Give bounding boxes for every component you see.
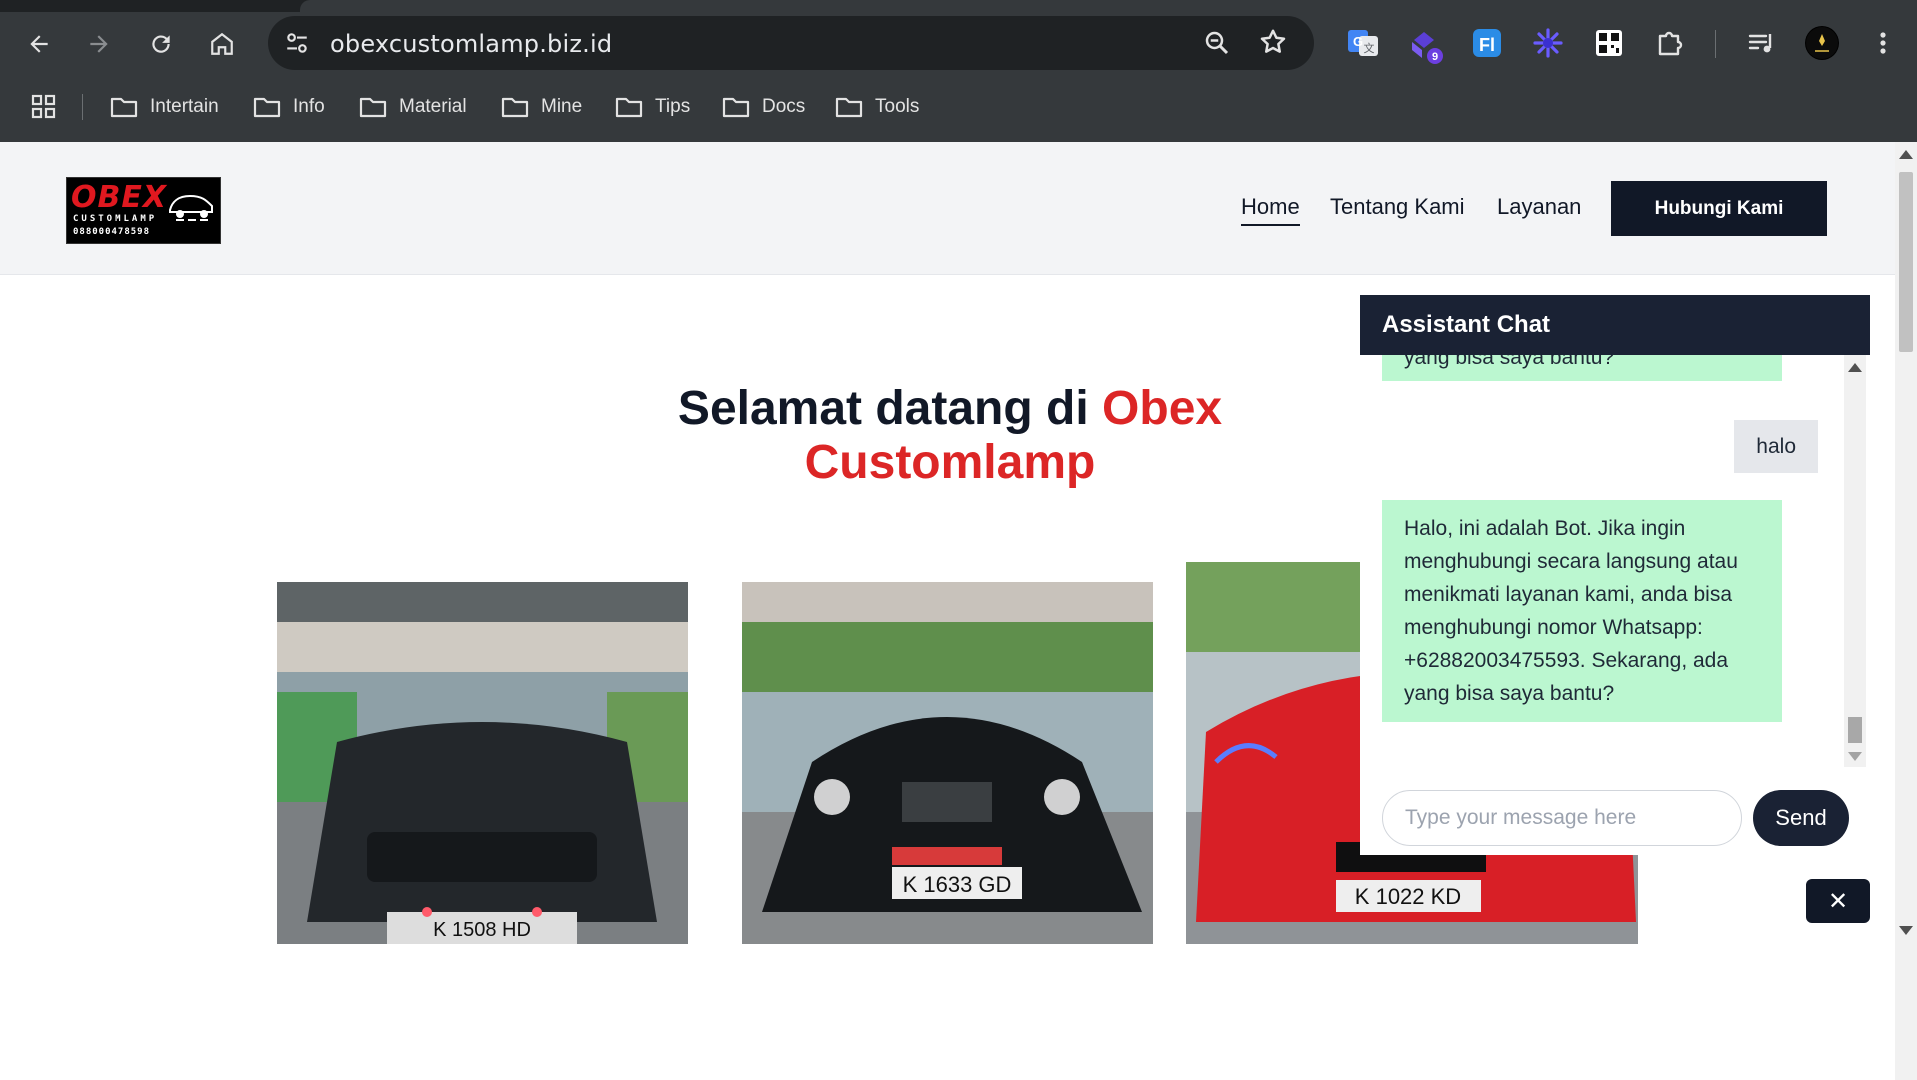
bot-message-line: menghubungi nomor Whatsapp: [1404,616,1703,639]
chat-scrollbar[interactable] [1844,355,1866,767]
site-settings-icon[interactable] [284,30,310,56]
bookmark-folder[interactable]: Material [359,88,467,126]
scroll-down-icon[interactable] [1899,926,1913,935]
bookmark-folder[interactable]: Intertain [110,88,219,126]
url-text[interactable]: obexcustomlamp.biz.id [330,30,612,58]
forward-icon[interactable] [79,24,119,64]
logo-subtitle: CUSTOMLAMP [73,214,158,224]
extension-badge: 9 [1432,51,1438,63]
plate-text: K 1633 GD [903,872,1012,897]
gallery-photo: K 1633 GD [742,582,1153,944]
chat-title: Assistant Chat [1360,295,1870,355]
logo-title: OBEX [71,180,167,215]
page-scrollbar[interactable] [1895,142,1917,1080]
reading-list-icon[interactable] [1744,26,1778,60]
puzzle-icon[interactable] [1653,26,1687,60]
sparkle-extension-icon[interactable] [1531,26,1565,60]
folder-icon [722,97,750,118]
scrollbar-thumb[interactable] [1848,717,1862,743]
nav-layanan[interactable]: Layanan [1497,194,1581,220]
svg-text:文: 文 [1364,41,1375,55]
scroll-up-icon[interactable] [1899,150,1913,159]
star-icon[interactable] [1258,27,1288,57]
browser-chrome: obexcustomlamp.biz.id G文 9 Fl Intertain … [0,0,1917,142]
gallery-photo: K 1508 HD [277,582,688,944]
bookmark-label: Material [399,96,467,117]
chat-messages[interactable]: yang bisa saya bantu? halo Halo, ini ada… [1360,355,1870,757]
folder-icon [253,97,281,118]
bookmark-folder[interactable]: Tools [835,88,919,126]
hero-prefix: Selamat datang di [677,382,1089,435]
bookmarks-divider [82,94,83,120]
folder-icon [501,97,529,118]
address-bar[interactable]: obexcustomlamp.biz.id [268,16,1314,70]
bot-message-line: Halo, ini adalah Bot. Jika ingin [1404,517,1686,540]
folder-icon [110,97,138,118]
scroll-up-icon[interactable] [1848,363,1862,372]
folder-icon [615,97,643,118]
nav-home[interactable]: Home [1241,194,1300,226]
bot-message: yang bisa saya bantu? [1382,355,1782,381]
site-logo[interactable]: OBEX CUSTOMLAMP 088000478598 [66,177,221,244]
send-button[interactable]: Send [1753,790,1849,846]
bookmark-folder[interactable]: Tips [615,88,690,126]
bookmark-label: Mine [541,96,583,117]
bookmarks-bar: Intertain Info Material Mine Tips Docs T… [0,88,1917,128]
toolbar-divider [1715,30,1716,58]
folder-icon [835,97,863,118]
zoom-icon[interactable] [1202,28,1232,58]
tab-strip [0,0,1917,12]
reload-icon[interactable] [141,24,181,64]
qr-icon[interactable] [1592,26,1626,60]
bookmark-folder[interactable]: Docs [722,88,805,126]
home-icon[interactable] [202,24,242,64]
hero-brand-line2: Customlamp [804,436,1096,489]
chat-message-input[interactable] [1382,790,1742,846]
fi-extension-icon[interactable]: Fl [1470,26,1504,60]
hero-title: Selamat datang di Obex Customlamp [600,382,1300,490]
bookmark-label: Info [293,96,325,117]
nav-tentang-kami[interactable]: Tentang Kami [1330,194,1465,220]
menu-icon[interactable] [1866,26,1900,60]
svg-text:G: G [1353,34,1363,49]
close-icon: ✕ [1827,887,1849,915]
hero-brand-line1: Obex [1102,382,1223,435]
profile-icon[interactable] [1805,26,1839,60]
bot-message-line: menghubungi secara langsung atau [1404,550,1738,573]
svg-text:Fl: Fl [1479,35,1495,55]
scroll-down-icon[interactable] [1848,752,1862,761]
bot-message: Halo, ini adalah Bot. Jika ingin menghub… [1382,500,1782,722]
bookmark-folder[interactable]: Info [253,88,325,126]
plate-text: K 1508 HD [433,919,531,941]
contact-button[interactable]: Hubungi Kami [1611,181,1827,236]
user-message: halo [1734,420,1818,473]
bot-message-line: +62882003475593. Sekarang, ada [1404,649,1729,672]
active-tab[interactable] [300,0,1917,12]
back-icon[interactable] [19,24,59,64]
site-header: OBEX CUSTOMLAMP 088000478598 Home Tentan… [0,142,1895,275]
google-translate-icon[interactable]: G文 [1346,26,1380,60]
bookmark-label: Tips [655,96,691,117]
bot-message-text: yang bisa saya bantu? [1404,355,1615,369]
page-viewport: OBEX CUSTOMLAMP 088000478598 Home Tentan… [0,142,1895,1080]
scrollbar-thumb[interactable] [1899,172,1913,352]
close-chat-button[interactable]: ✕ [1806,879,1870,923]
assistant-chat-widget: Assistant Chat yang bisa saya bantu? hal… [1360,295,1870,855]
bot-message-line: menikmati layanan kami, anda bisa [1404,583,1733,606]
plate-text: K 1022 KD [1355,884,1461,909]
bookmark-label: Tools [875,96,920,117]
bot-message-line: yang bisa saya bantu? [1404,682,1615,705]
apps-icon[interactable] [30,88,70,126]
bookmark-label: Docs [762,96,806,117]
logo-phone: 088000478598 [73,227,151,237]
extension-icon[interactable]: 9 [1408,26,1443,64]
folder-icon [359,97,387,118]
bookmark-label: Intertain [150,96,219,117]
logo-car-icon [169,194,213,221]
bookmark-folder[interactable]: Mine [501,88,582,126]
